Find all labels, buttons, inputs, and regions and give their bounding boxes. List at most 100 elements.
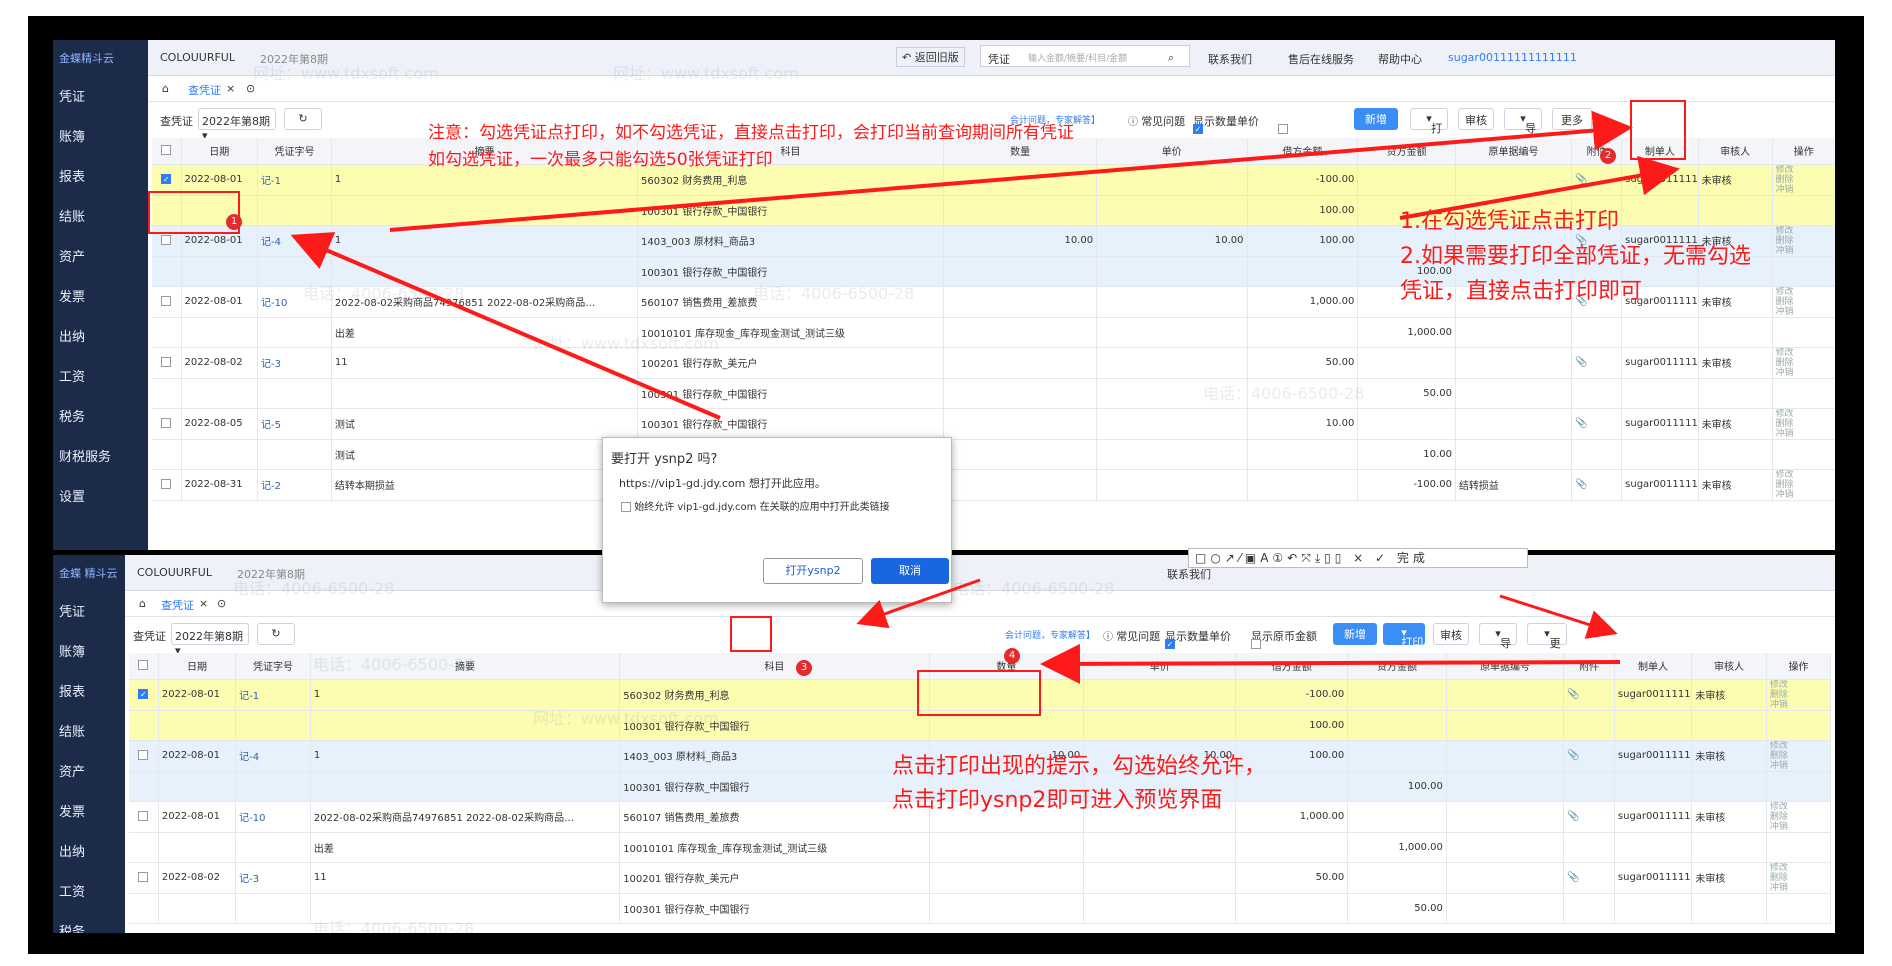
print-button[interactable]: 打印▾	[1383, 623, 1425, 649]
cell-attach[interactable]: 📎	[1571, 347, 1623, 379]
row-checkbox[interactable]	[161, 479, 172, 489]
search-icon[interactable]: ⌕	[1168, 51, 1174, 65]
op-link[interactable]: 删除	[1770, 751, 1827, 761]
row-checkbox[interactable]	[161, 418, 172, 428]
row-checkbox[interactable]	[138, 811, 149, 821]
op-link[interactable]: 修改	[1776, 470, 1832, 480]
help-link[interactable]: 帮助中心	[1378, 51, 1422, 67]
row-checkbox[interactable]: ✓	[138, 689, 149, 699]
row-checkbox[interactable]	[138, 750, 149, 760]
row-checkbox[interactable]	[161, 235, 172, 245]
contact-link[interactable]: 联系我们	[1208, 51, 1252, 67]
table-row[interactable]: 出差 10010101 库存现金_库存现金测试_测试三级 1,000.00	[152, 317, 1835, 348]
sidebar-item[interactable]: 出纳	[53, 318, 148, 358]
cell-no[interactable]	[235, 710, 311, 741]
op-link[interactable]: 冲销	[1776, 429, 1832, 439]
new-button[interactable]: 新增	[1354, 108, 1398, 130]
always-allow-checkbox[interactable]: 始终允许 vip1-gd.jdy.com 在关联的应用中打开此类链接	[621, 498, 890, 513]
voucher-select[interactable]: 凭证	[988, 51, 1010, 67]
op-link[interactable]: 修改	[1770, 863, 1827, 873]
faq-link[interactable]: ⓘ 常见问题	[1128, 113, 1185, 129]
cell-no[interactable]: 记-5	[257, 408, 332, 440]
cell-no[interactable]: 记-3	[235, 862, 311, 894]
service-link[interactable]: 售后在线服务	[1288, 51, 1354, 67]
op-link[interactable]: 删除	[1770, 873, 1827, 883]
op-link[interactable]: 冲销	[1776, 490, 1832, 500]
tab-current[interactable]: 查凭证	[188, 82, 221, 98]
sidebar-item[interactable]: 账簿	[53, 633, 125, 673]
sidebar-item[interactable]: 资产	[53, 753, 125, 793]
faq-link[interactable]: ⓘ 常见问题	[1103, 628, 1160, 644]
cell-attach[interactable]	[1571, 378, 1623, 409]
cell-attach[interactable]	[1563, 771, 1615, 802]
cell-no[interactable]: 记-10	[235, 801, 311, 833]
select-all-checkbox[interactable]	[161, 145, 172, 156]
cancel-button[interactable]: 取消	[871, 558, 949, 584]
cell-no[interactable]	[235, 893, 311, 924]
op-link[interactable]: 冲销	[1776, 307, 1832, 317]
cell-no[interactable]	[235, 771, 311, 802]
sidebar-item[interactable]: 设置	[53, 478, 148, 518]
cell-no[interactable]	[257, 195, 332, 226]
cell-attach[interactable]	[1563, 893, 1615, 924]
tab-current[interactable]: 查凭证	[161, 597, 194, 613]
sidebar-item[interactable]: 资产	[53, 238, 148, 278]
op-link[interactable]: 修改	[1776, 348, 1832, 358]
cell-attach[interactable]: 📎	[1571, 469, 1623, 501]
home-icon[interactable]: ⌂	[162, 82, 169, 95]
row-checkbox[interactable]	[161, 357, 172, 367]
sidebar-item[interactable]: 财税服务	[53, 438, 148, 478]
cell-no[interactable]	[257, 439, 332, 470]
company-name[interactable]: COLOUURFUL	[160, 51, 235, 64]
show-qty-checkbox[interactable]: ✓ 显示数量单价	[1165, 628, 1231, 649]
select-all-checkbox[interactable]	[138, 660, 149, 671]
snip-toolbar[interactable]: □○↗⁄▣A①↶⤧⤓▯▯ × ✓ 完成	[1188, 548, 1528, 568]
cell-attach[interactable]	[1571, 317, 1623, 348]
new-button[interactable]: 新增	[1333, 623, 1377, 645]
op-link[interactable]: 删除	[1776, 236, 1832, 246]
refresh-button[interactable]: ↻	[284, 108, 322, 130]
cell-no[interactable]: 记-3	[257, 347, 332, 379]
audit-button[interactable]: 审核	[1433, 623, 1469, 645]
table-row[interactable]: 2022-08-31记-2结转本期损益560302 财务费用_利息-100.00…	[152, 469, 1835, 501]
print-button[interactable]: 打印▾	[1410, 108, 1448, 151]
table-row[interactable]: 测试1132 应收利息10.00	[152, 439, 1835, 470]
cell-attach[interactable]: 📎	[1563, 740, 1615, 772]
op-link[interactable]: 修改	[1770, 741, 1827, 751]
cell-no[interactable]	[235, 832, 311, 863]
cell-attach[interactable]	[1571, 439, 1623, 470]
home-icon[interactable]: ⌂	[139, 597, 146, 610]
close-icon[interactable]: ×	[226, 82, 235, 95]
op-link[interactable]: 修改	[1776, 409, 1832, 419]
expert-hint[interactable]: 会计问题，专家解答】	[1005, 628, 1095, 641]
sidebar-item[interactable]: 结账	[53, 713, 125, 753]
more-button[interactable]: 更多	[1552, 108, 1592, 130]
cell-no[interactable]	[257, 317, 332, 348]
sidebar-item[interactable]: 报表	[53, 158, 148, 198]
cell-attach[interactable]	[1563, 832, 1615, 863]
close-icon[interactable]: ×	[199, 597, 208, 610]
period-select[interactable]: 2022年第8期 ▾	[171, 623, 249, 657]
op-link[interactable]: 删除	[1776, 297, 1832, 307]
audit-button[interactable]: 审核	[1458, 108, 1494, 130]
sidebar-item[interactable]: 工资	[53, 873, 125, 913]
show-qty-checkbox[interactable]: ✓ 显示数量单价	[1193, 113, 1259, 134]
op-link[interactable]: 冲销	[1776, 246, 1832, 256]
cell-attach[interactable]	[1563, 710, 1615, 741]
op-link[interactable]: 修改	[1776, 287, 1832, 297]
row-checkbox[interactable]	[161, 296, 172, 306]
cell-no[interactable]: 记-1	[257, 164, 332, 196]
cell-no[interactable]: 记-4	[257, 225, 332, 257]
cell-no[interactable]: 记-4	[235, 740, 311, 772]
row-checkbox[interactable]	[138, 872, 149, 882]
sidebar-item[interactable]: 报表	[53, 673, 125, 713]
op-link[interactable]: 删除	[1776, 480, 1832, 490]
export-button[interactable]: 导出▾	[1479, 623, 1517, 666]
row-checkbox[interactable]: ✓	[161, 174, 172, 184]
refresh-button[interactable]: ↻	[257, 623, 295, 645]
op-link[interactable]: 删除	[1776, 175, 1832, 185]
op-link[interactable]: 修改	[1776, 165, 1832, 175]
op-link[interactable]: 冲销	[1770, 700, 1827, 710]
cell-no[interactable]: 记-2	[257, 469, 332, 501]
op-link[interactable]: 删除	[1770, 812, 1827, 822]
